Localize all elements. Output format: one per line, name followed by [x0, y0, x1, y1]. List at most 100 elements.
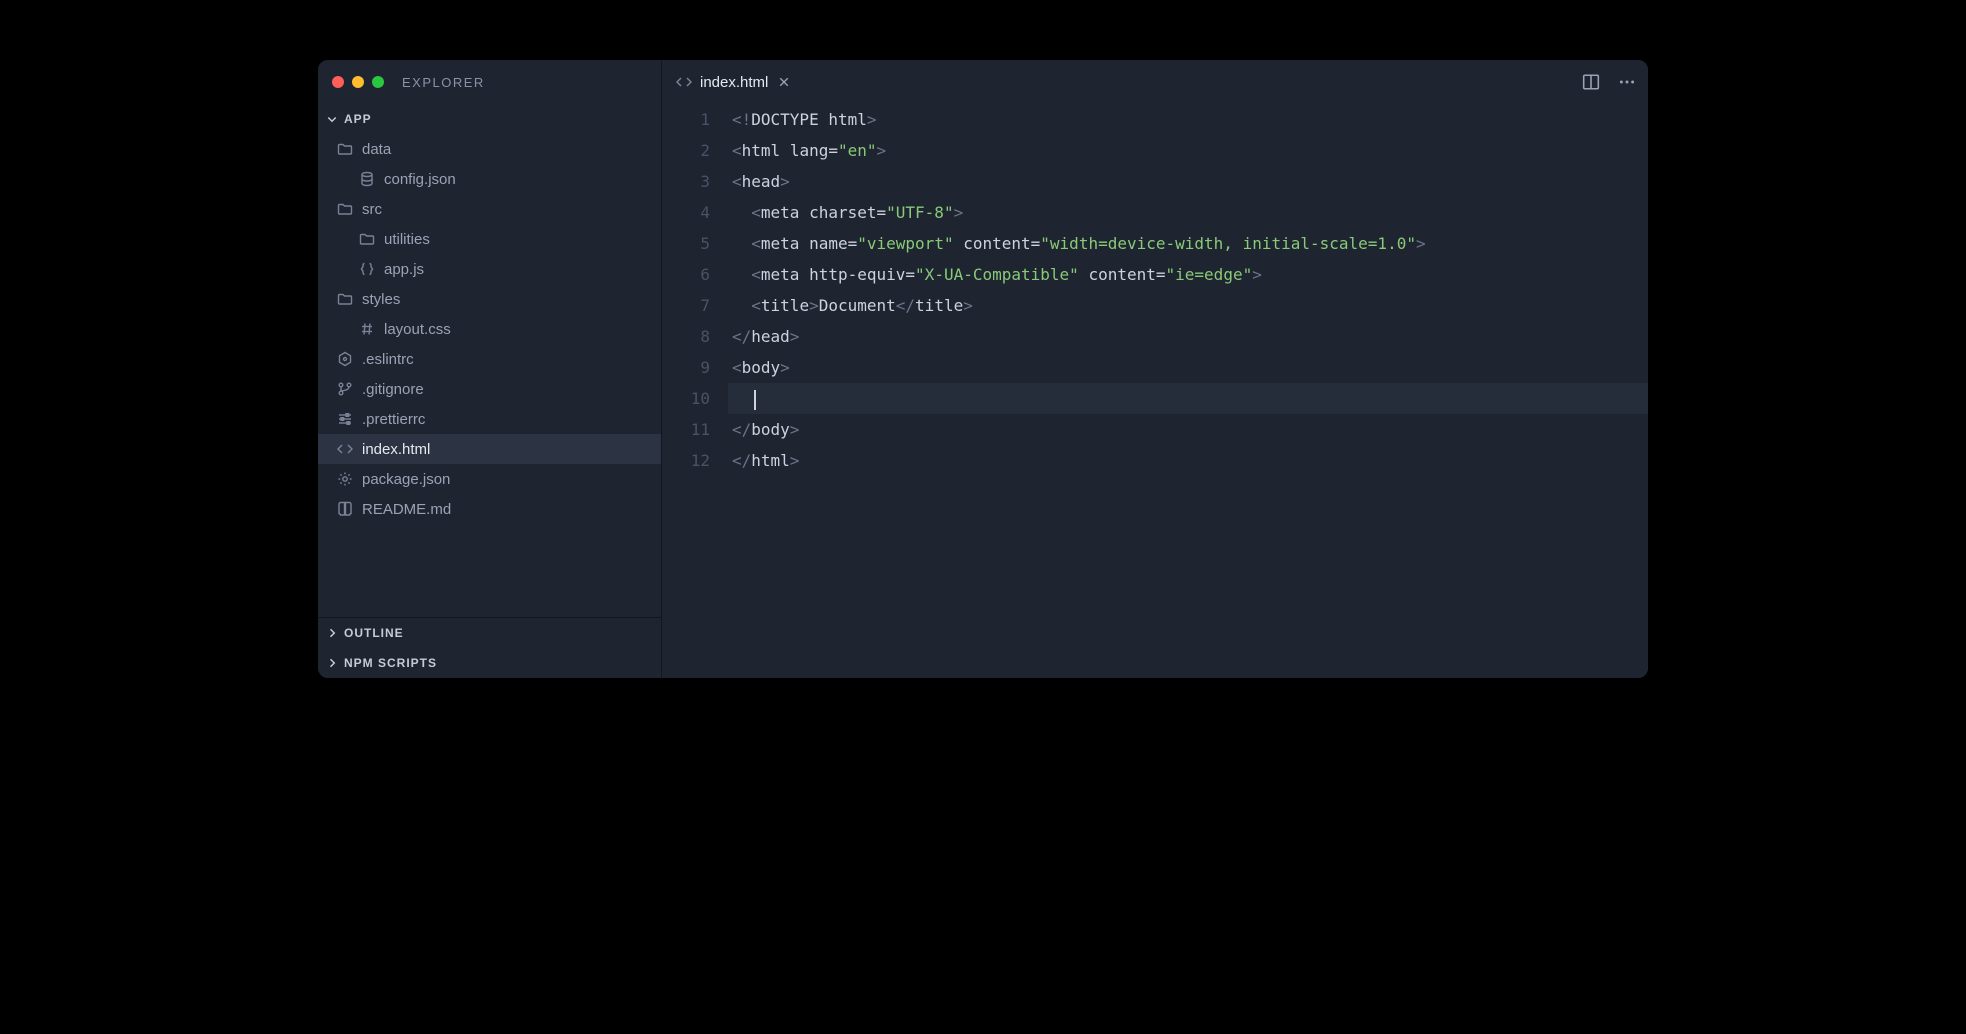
ellipsis-icon	[1618, 73, 1636, 91]
line-number: 9	[662, 352, 710, 383]
window-close-button[interactable]	[332, 76, 344, 88]
tab-close-button[interactable]	[776, 74, 792, 90]
database-icon	[358, 170, 376, 188]
line-number-gutter: 123456789101112	[662, 104, 728, 678]
token-tag: >	[877, 141, 887, 160]
token-tag: <	[751, 203, 761, 222]
code-line[interactable]: </head>	[728, 321, 1648, 352]
file-row-data[interactable]: data	[318, 134, 661, 164]
token-name: title	[761, 296, 809, 315]
file-row--gitignore[interactable]: .gitignore	[318, 374, 661, 404]
token-attr: http-equiv=	[809, 265, 915, 284]
token-tag: </	[896, 296, 915, 315]
line-number: 10	[662, 383, 710, 414]
line-number: 8	[662, 321, 710, 352]
file-row-package-json[interactable]: package.json	[318, 464, 661, 494]
sidebar-bottom-sections: OUTLINE NPM SCRIPTS	[318, 617, 661, 678]
code-line[interactable]: </body>	[728, 414, 1648, 445]
line-number: 2	[662, 135, 710, 166]
token-tag: >	[954, 203, 964, 222]
code-line[interactable]: <meta name="viewport" content="width=dev…	[728, 228, 1648, 259]
token-tag: >	[790, 420, 800, 439]
code-line[interactable]	[728, 383, 1648, 414]
file-label: app.js	[384, 261, 424, 278]
token-str: "en"	[838, 141, 877, 160]
token-attr: charset=	[809, 203, 886, 222]
file-label: .gitignore	[362, 381, 424, 398]
code-editor[interactable]: 123456789101112 <!DOCTYPE html><html lan…	[662, 104, 1648, 678]
editor-area: index.html 123456789101112 <!DOCTYPE htm…	[662, 60, 1648, 678]
file-row-src[interactable]: src	[318, 194, 661, 224]
text-cursor	[754, 390, 756, 410]
gear-icon	[336, 470, 354, 488]
tab-label: index.html	[700, 74, 768, 91]
code-line[interactable]: <title>Document</title>	[728, 290, 1648, 321]
file-label: data	[362, 141, 391, 158]
file-label: index.html	[362, 441, 430, 458]
file-label: package.json	[362, 471, 450, 488]
folder-icon	[336, 140, 354, 158]
token-tag: >	[1416, 234, 1426, 253]
code-icon	[676, 74, 692, 90]
split-editor-button[interactable]	[1582, 73, 1600, 91]
tab-index-html[interactable]: index.html	[662, 60, 806, 104]
code-line[interactable]: <!DOCTYPE html>	[728, 104, 1648, 135]
file-row-styles[interactable]: styles	[318, 284, 661, 314]
editor-actions	[1582, 73, 1636, 91]
token-name: DOCTYPE	[751, 110, 828, 129]
window-minimize-button[interactable]	[352, 76, 364, 88]
folder-icon	[336, 290, 354, 308]
sidebar-header: EXPLORER	[318, 60, 661, 104]
token-tag: >	[790, 451, 800, 470]
code-icon	[336, 440, 354, 458]
token-str: "width=device-width, initial-scale=1.0"	[1040, 234, 1416, 253]
file-row-app-js[interactable]: app.js	[318, 254, 661, 284]
token-str: "UTF-8"	[886, 203, 953, 222]
token-text	[732, 234, 751, 253]
token-tag: </	[732, 420, 751, 439]
file-row--prettierrc[interactable]: .prettierrc	[318, 404, 661, 434]
line-number: 5	[662, 228, 710, 259]
outline-section-header[interactable]: OUTLINE	[318, 618, 661, 648]
file-label: README.md	[362, 501, 451, 518]
token-name: title	[915, 296, 963, 315]
file-row-index-html[interactable]: index.html	[318, 434, 661, 464]
token-text	[732, 296, 751, 315]
file-row-layout-css[interactable]: layout.css	[318, 314, 661, 344]
outline-label: OUTLINE	[344, 626, 404, 640]
token-tag: <!	[732, 110, 751, 129]
code-line[interactable]: <meta http-equiv="X-UA-Compatible" conte…	[728, 259, 1648, 290]
file-label: styles	[362, 291, 400, 308]
token-attr: content=	[1079, 265, 1166, 284]
token-attr: name=	[809, 234, 857, 253]
file-row-config-json[interactable]: config.json	[318, 164, 661, 194]
code-line[interactable]: <head>	[728, 166, 1648, 197]
split-icon	[1582, 73, 1600, 91]
token-attr: html	[828, 110, 867, 129]
code-content[interactable]: <!DOCTYPE html><html lang="en"><head> <m…	[728, 104, 1648, 678]
file-label: .prettierrc	[362, 411, 425, 428]
file-label: config.json	[384, 171, 456, 188]
line-number: 3	[662, 166, 710, 197]
file-row-utilities[interactable]: utilities	[318, 224, 661, 254]
more-actions-button[interactable]	[1618, 73, 1636, 91]
code-line[interactable]: </html>	[728, 445, 1648, 476]
token-str: "ie=edge"	[1166, 265, 1253, 284]
file-row-readme-md[interactable]: README.md	[318, 494, 661, 524]
window-zoom-button[interactable]	[372, 76, 384, 88]
token-name: head	[742, 172, 781, 191]
code-line[interactable]: <meta charset="UTF-8">	[728, 197, 1648, 228]
line-number: 1	[662, 104, 710, 135]
token-name: body	[751, 420, 790, 439]
line-number: 12	[662, 445, 710, 476]
token-tag: >	[790, 327, 800, 346]
npm-scripts-section-header[interactable]: NPM SCRIPTS	[318, 648, 661, 678]
token-text: Document	[819, 296, 896, 315]
project-section-header[interactable]: APP	[318, 104, 661, 134]
token-tag: >	[867, 110, 877, 129]
token-text	[732, 203, 751, 222]
tab-bar: index.html	[662, 60, 1648, 104]
code-line[interactable]: <html lang="en">	[728, 135, 1648, 166]
file-row--eslintrc[interactable]: .eslintrc	[318, 344, 661, 374]
code-line[interactable]: <body>	[728, 352, 1648, 383]
